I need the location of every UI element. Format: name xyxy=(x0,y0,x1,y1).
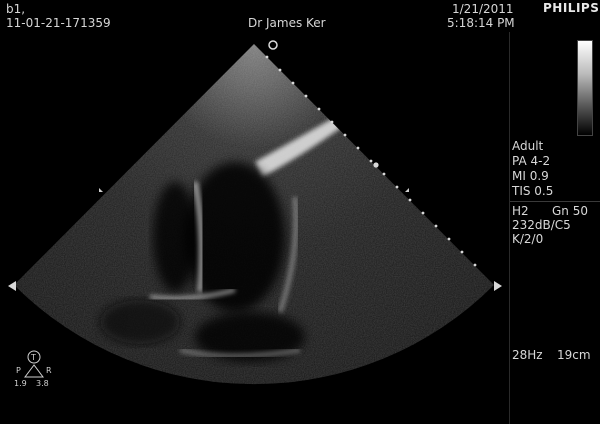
thermal-index: TIS 0.5 xyxy=(512,184,554,198)
physician-name: Dr James Ker xyxy=(248,16,326,30)
ultrasound-screen: b1, 11-01-21-171359 Dr James Ker 1/21/20… xyxy=(0,0,600,424)
probe-orientation-indicator: T P R 1.9 3.8 xyxy=(12,349,56,391)
gain-setting: Gn 50 xyxy=(552,204,588,218)
orientation-right-label: R xyxy=(46,366,52,375)
dynamic-range: 232dB/C5 xyxy=(512,218,571,232)
patient-type: Adult xyxy=(512,139,544,153)
right-edge-marker xyxy=(494,281,502,291)
exam-time: 5:18:14 PM xyxy=(447,16,515,30)
processing-settings: K/2/0 xyxy=(512,232,544,246)
orientation-left-value: 1.9 xyxy=(14,379,27,388)
display-depth: 19cm xyxy=(557,348,591,362)
ultrasound-sector-image xyxy=(8,40,502,385)
focus-marker-right xyxy=(405,188,409,192)
panel-divider xyxy=(510,201,600,202)
brand-logo: PHILIPS xyxy=(543,1,600,15)
frame-rate: 28Hz xyxy=(512,348,543,362)
exam-date: 1/21/2011 xyxy=(452,2,514,16)
orientation-left-label: P xyxy=(16,366,21,375)
study-label: b1, xyxy=(6,2,26,16)
probe-preset: PA 4-2 xyxy=(512,154,551,168)
mechanical-index: MI 0.9 xyxy=(512,169,549,183)
left-edge-marker xyxy=(8,281,16,291)
study-id: 11-01-21-171359 xyxy=(6,16,111,30)
grayscale-map-bar xyxy=(577,40,593,136)
harmonic-setting: H2 xyxy=(512,204,529,218)
sector-orientation-marker xyxy=(268,40,278,50)
orientation-right-value: 3.8 xyxy=(36,379,49,388)
focus-marker-left xyxy=(99,188,103,192)
orientation-top-label: T xyxy=(31,353,36,362)
right-ventricle xyxy=(153,182,197,292)
right-atrium xyxy=(100,300,180,344)
